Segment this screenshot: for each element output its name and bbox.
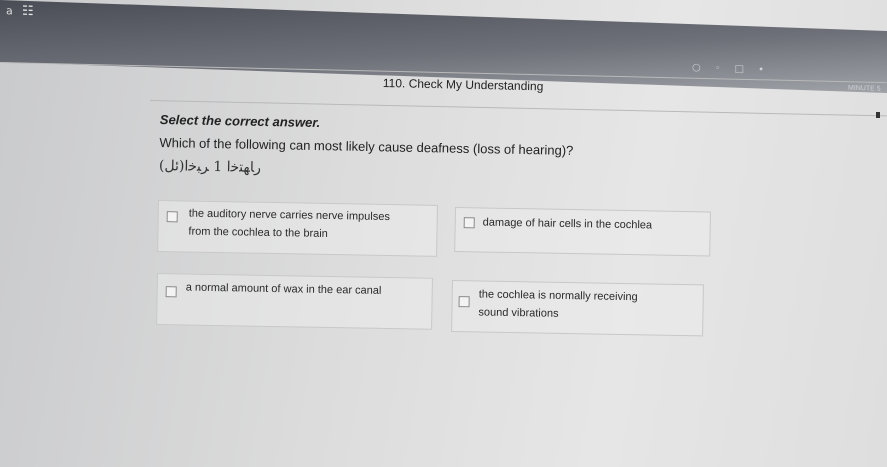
- grid-icon[interactable]: ☷: [22, 4, 34, 19]
- option-label: the auditory nerve carries nerve impulse…: [188, 207, 390, 240]
- topbar-icon-group: ○ ◦ □ •: [692, 62, 764, 76]
- option-label: a normal amount of wax in the ear canal: [185, 281, 382, 297]
- window-icon[interactable]: □: [735, 64, 744, 75]
- option-checkbox[interactable]: [463, 217, 475, 229]
- option-checkbox[interactable]: [458, 296, 470, 308]
- option-checkbox[interactable]: [166, 211, 178, 223]
- option-label: damage of hair cells in the cochlea: [482, 216, 653, 232]
- topbar-left-text: a: [6, 4, 13, 18]
- answer-option-2[interactable]: damage of hair cells in the cochlea: [454, 207, 711, 257]
- question-block: Select the correct answer. Which of the …: [159, 112, 574, 182]
- instruction-text: Select the correct answer.: [159, 112, 321, 131]
- page-title: 110. Check My Understanding: [382, 76, 544, 94]
- topbar-right-text: MINUTE 5: [848, 84, 881, 93]
- circle-icon[interactable]: ○: [692, 62, 701, 73]
- answer-option-1[interactable]: the auditory nerve carries nerve impulse…: [157, 200, 438, 257]
- dot-icon: •: [758, 64, 764, 76]
- option-checkbox[interactable]: [165, 286, 177, 298]
- answer-option-4[interactable]: the cochlea is normally receiving sound …: [451, 280, 704, 337]
- question-text: Which of the following can most likely c…: [159, 134, 574, 158]
- bell-icon[interactable]: ◦: [715, 63, 721, 74]
- option-label: the cochlea is normally receiving sound …: [478, 288, 638, 320]
- scrollbar-thumb[interactable]: [876, 112, 880, 118]
- handwritten-note: (ئل)ﺭﺎﻬﺘﺧﺍ 1 ﺮﺒﺧﺍ: [158, 157, 262, 176]
- answer-option-3[interactable]: a normal amount of wax in the ear canal: [156, 273, 433, 330]
